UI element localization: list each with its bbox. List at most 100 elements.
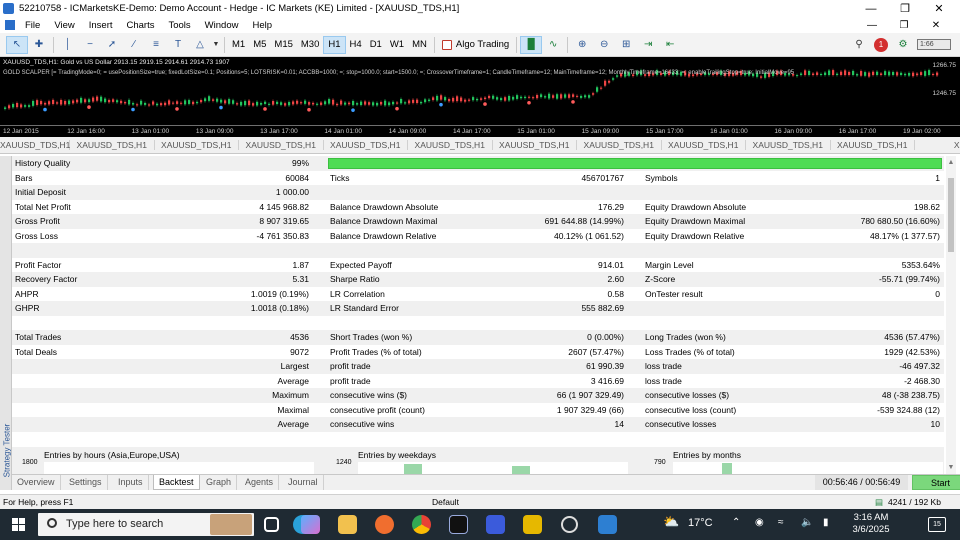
chart-tab[interactable]: XAUUSD_TDS,H1 [746,140,831,150]
fibonacci-icon[interactable]: ≡ [145,36,167,54]
vertical-line-icon[interactable]: │ [57,36,79,54]
text-icon[interactable]: T [167,36,189,54]
file-explorer-icon[interactable] [338,515,357,534]
shapes-icon[interactable]: △ [189,36,211,54]
taskbar-search-box[interactable]: Type here to search [38,513,254,536]
signals-icon[interactable]: ⚙ [892,36,914,54]
menu-help[interactable]: Help [252,20,272,31]
notifications-icon[interactable]: 1 [870,36,892,54]
weather-temperature[interactable]: 17°C [688,517,713,529]
timeframe-w1[interactable]: W1 [386,36,408,54]
bar-chart-icon[interactable]: █ [520,35,543,54]
scroll-up-icon[interactable]: ▲ [946,159,956,166]
chart-tab[interactable]: XAUUSD_TDS,H1 [662,140,746,150]
timeframe-m30[interactable]: M30 [297,36,323,54]
cpu-icon[interactable] [486,515,505,534]
battery-icon[interactable]: ▮ [823,517,829,528]
chart-shift-icon[interactable]: ⇥ [637,36,659,54]
menu-view[interactable]: View [54,20,74,31]
chart-tab[interactable]: XAUUSD_TDS,H1 [155,140,239,150]
chart-tab[interactable]: XAUUSD_TDS,H1 [70,140,155,150]
child-minimize-button[interactable]: — [858,17,886,33]
shapes-dropdown-icon[interactable]: ▼ [211,36,221,54]
taskbar-clock[interactable]: 3:16 AM 3/6/2025 [843,512,899,536]
zoom-in-icon[interactable]: ⊕ [571,36,593,54]
timeframe-m1[interactable]: M1 [228,36,249,54]
report-label: Equity Drawdown Relative [645,230,745,241]
start-button[interactable]: Start [912,475,960,490]
tab-journal[interactable]: Journal [283,475,324,490]
firefox-icon[interactable] [375,515,394,534]
close-button[interactable]: ✕ [924,0,954,17]
menu-tools[interactable]: Tools [168,20,190,31]
tray-chevron-icon[interactable]: ⌃ [732,517,740,528]
toolbar-separator [567,36,569,53]
chart-tab[interactable]: XAUUSD_TDS,H1 [577,140,662,150]
autoscroll-icon[interactable]: ⇤ [659,36,681,54]
strategy-tester-side-tab[interactable]: Strategy Tester [0,156,12,490]
tab-inputs[interactable]: Inputs [113,475,149,490]
trade-marker [395,106,399,111]
photos-icon[interactable] [598,515,617,534]
tab-settings[interactable]: Settings [64,475,108,490]
algo-trading-button[interactable]: Algo Trading [438,39,513,50]
tab-overview[interactable]: Overview [12,475,61,490]
scrollbar-thumb[interactable] [948,178,954,252]
copilot-icon[interactable] [301,515,320,534]
speaker-muted-icon[interactable]: 🔈 [801,517,813,528]
chart-tab[interactable]: XAUUSD_TDS,H1 [0,140,70,150]
report-value [812,185,940,200]
maximize-button[interactable]: ❐ [890,0,920,17]
candle [880,73,883,75]
menu-file[interactable]: File [25,20,40,31]
crosshair-icon[interactable]: ✚ [28,36,50,54]
wifi-icon[interactable]: ≈ [778,517,784,528]
tray-app-icon[interactable]: ◉ [755,517,764,528]
report-value [812,316,940,331]
minimize-button[interactable]: — [856,0,886,17]
chart-tab[interactable]: XAUUSD_TDS,H1 [324,140,408,150]
tab-graph[interactable]: Graph [201,475,238,490]
chart-tab[interactable]: XAUUSD_TDS,H1 [493,140,577,150]
windows-start-icon[interactable] [12,518,25,531]
sticky-notes-icon[interactable] [523,515,542,534]
zoom-out-icon[interactable]: ⊖ [593,36,615,54]
timeframe-m15[interactable]: M15 [270,36,296,54]
tab-agents[interactable]: Agents [240,475,280,490]
task-view-icon[interactable] [264,517,279,532]
candle [60,99,63,105]
menu-insert[interactable]: Insert [89,20,113,31]
chart-tab[interactable]: XAUUSD_TDS,H1 [831,140,915,150]
menu-window[interactable]: Window [205,20,239,31]
timeframe-h4[interactable]: H4 [346,36,366,54]
timeframe-d1[interactable]: D1 [366,36,386,54]
clock-icon[interactable] [561,516,578,533]
notification-center-icon[interactable]: 15 [928,517,946,532]
candle [224,100,227,104]
icmarkets-icon[interactable] [449,515,468,534]
trendline-icon[interactable]: ➚ [101,36,123,54]
price-chart[interactable]: XAUUSD_TDS,H1: Gold vs US Dollar 2913.15… [0,57,960,137]
horizontal-line-icon[interactable]: − [79,36,101,54]
child-close-button[interactable]: ✕ [922,17,950,33]
cursor-icon[interactable]: ↖ [6,35,28,54]
timeframe-h1[interactable]: H1 [323,35,346,54]
weather-icon[interactable]: ⛅ [663,514,679,530]
chart-tab[interactable]: XAUUSD_TDS,H1 [408,140,493,150]
search-icon[interactable]: ⚲ [848,36,870,54]
chart-tab[interactable]: X [915,140,960,150]
chart-tab[interactable]: XAUUSD_TDS,H1 [239,140,324,150]
candle [844,70,847,76]
timeframe-mn[interactable]: MN [408,36,431,54]
report-scrollbar[interactable]: ▲ ▼ [946,156,956,474]
tab-backtest[interactable]: Backtest [153,475,200,490]
child-restore-button[interactable]: ❐ [890,17,918,33]
tile-windows-icon[interactable]: ⊞ [615,36,637,54]
channel-icon[interactable]: ∕ [123,36,145,54]
scroll-down-icon[interactable]: ▼ [946,464,956,471]
trade-marker [219,105,223,110]
chrome-icon[interactable] [412,515,431,534]
timeframe-m5[interactable]: M5 [249,36,270,54]
line-chart-icon[interactable]: ∿ [542,36,564,54]
menu-charts[interactable]: Charts [127,20,155,31]
